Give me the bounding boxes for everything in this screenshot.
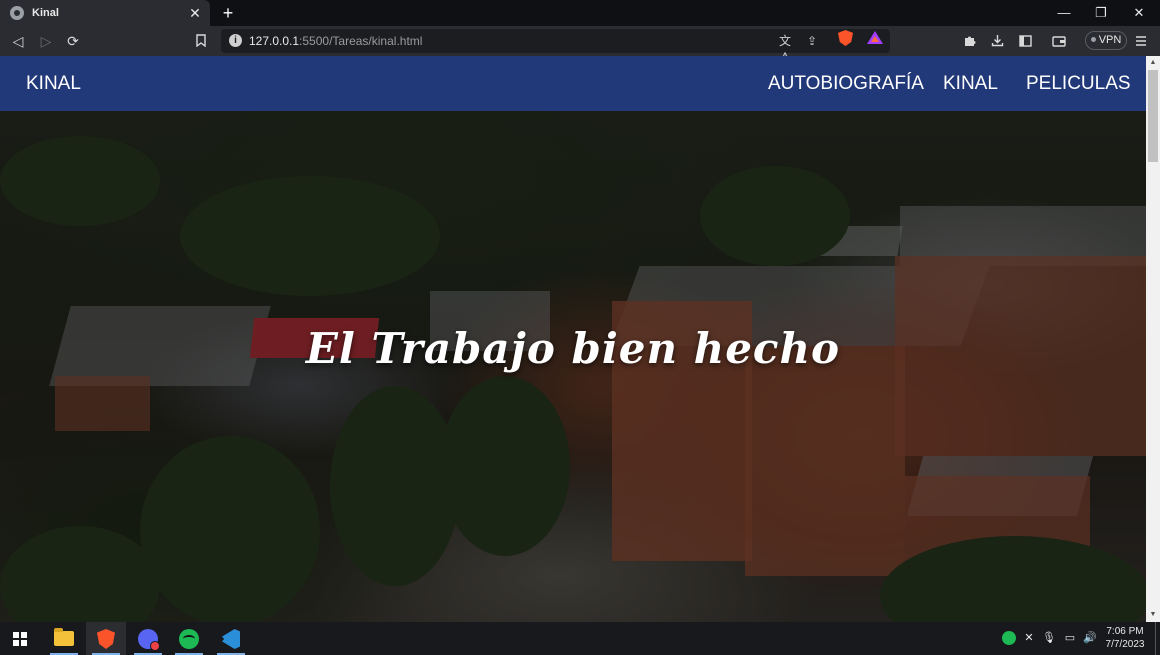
scroll-up-arrow-icon[interactable]: ▲ (1146, 56, 1160, 70)
reload-button[interactable]: ⟳ (63, 31, 83, 51)
tree (330, 386, 460, 586)
volume-icon[interactable]: 🔊 (1083, 631, 1097, 645)
url-text[interactable]: 127.0.0.1:5500/Tareas/kinal.html (249, 34, 422, 48)
taskbar-clock[interactable]: 7:06 PM 7/7/2023 (1104, 625, 1146, 651)
menu-button[interactable] (1131, 31, 1151, 51)
tree (140, 436, 320, 622)
site-navbar: KINAL AUTOBIOGRAFÍA KINAL PELICULAS (0, 56, 1146, 111)
wallet-icon (1052, 36, 1066, 47)
tree (0, 526, 160, 622)
discord-icon (138, 629, 160, 651)
window-close-button[interactable]: ✕ (1120, 0, 1158, 26)
microphone-icon[interactable]: 🎙 (1042, 631, 1056, 645)
taskbar-file-explorer[interactable] (44, 622, 84, 655)
bookmark-button[interactable] (191, 31, 211, 51)
page-viewport: KINAL AUTOBIOGRAFÍA KINAL PELICULAS El T… (0, 56, 1146, 622)
downloads-button[interactable] (987, 31, 1007, 51)
nav-link-kinal[interactable]: KINAL (943, 73, 998, 95)
tray-network-off-icon[interactable]: ✕ (1022, 631, 1036, 645)
spotify-icon (179, 629, 199, 649)
brand-link[interactable]: KINAL (26, 73, 81, 95)
brave-rewards-icon[interactable] (867, 31, 883, 44)
tray-spotify-icon[interactable] (1002, 631, 1016, 645)
sidebar-button[interactable] (1015, 31, 1035, 51)
puzzle-icon (964, 36, 975, 46)
hero-title: El Trabajo bien hecho (305, 324, 841, 373)
address-bar[interactable]: i 127.0.0.1:5500/Tareas/kinal.html 文A ⇪ (221, 29, 890, 64)
extensions-button[interactable] (960, 31, 980, 51)
taskbar-discord[interactable] (128, 622, 168, 655)
tree (0, 136, 160, 226)
windows-logo-icon (13, 632, 27, 646)
scroll-thumb[interactable] (1148, 70, 1158, 162)
folder-icon (54, 628, 74, 646)
site-info-icon[interactable]: i (229, 34, 242, 47)
clock-time: 7:06 PM (1106, 626, 1144, 637)
page-scrollbar[interactable]: ▲ ▼ (1146, 56, 1160, 622)
brick-building (55, 376, 150, 431)
new-tab-button[interactable]: + (218, 3, 238, 23)
nav-link-autobiografia[interactable]: AUTOBIOGRAFÍA (768, 73, 924, 95)
bookmark-icon (196, 34, 206, 48)
vscode-icon (222, 629, 240, 649)
browser-tab-active[interactable]: Kinal ✕ (0, 0, 210, 26)
back-button[interactable]: ◁ (8, 31, 28, 51)
taskbar-spotify[interactable] (169, 622, 209, 655)
wallet-button[interactable] (1049, 31, 1069, 51)
sidebar-icon (1018, 35, 1032, 47)
taskbar-vscode[interactable] (211, 622, 251, 655)
vpn-button[interactable]: VPN (1085, 31, 1127, 50)
translate-icon[interactable]: 文A (777, 33, 793, 64)
browser-toolbar: ◁ ▷ ⟳ i 127.0.0.1:5500/Tareas/kinal.html… (0, 26, 1160, 64)
windows-taskbar: ✕ 🎙 ▭ 🔊 7:06 PM 7/7/2023 (0, 622, 1160, 655)
tree (440, 376, 570, 556)
menu-icon (1136, 36, 1146, 46)
tree (700, 166, 850, 266)
brick-building (745, 346, 905, 576)
tab-close-button[interactable]: ✕ (187, 5, 203, 21)
status-dot-icon (1090, 37, 1096, 42)
browser-tab-strip: Kinal ✕ + — ❐ ✕ (0, 0, 1160, 26)
show-desktop-button[interactable] (1155, 622, 1156, 655)
scroll-down-arrow-icon[interactable]: ▼ (1146, 608, 1160, 622)
share-icon[interactable]: ⇪ (804, 33, 820, 49)
start-button[interactable] (0, 622, 40, 655)
tab-title: Kinal (32, 7, 59, 19)
minimize-button[interactable]: — (1045, 0, 1083, 26)
nav-link-peliculas[interactable]: PELICULAS (1026, 73, 1131, 95)
taskbar-brave[interactable] (86, 622, 126, 655)
tree (180, 176, 440, 296)
restore-button[interactable]: ❐ (1082, 0, 1120, 26)
clock-date: 7/7/2023 (1105, 639, 1145, 650)
forward-button[interactable]: ▷ (36, 31, 56, 51)
network-icon[interactable]: ▭ (1063, 631, 1077, 645)
brave-icon (97, 629, 115, 649)
globe-icon (10, 6, 24, 20)
download-icon (991, 35, 1003, 47)
